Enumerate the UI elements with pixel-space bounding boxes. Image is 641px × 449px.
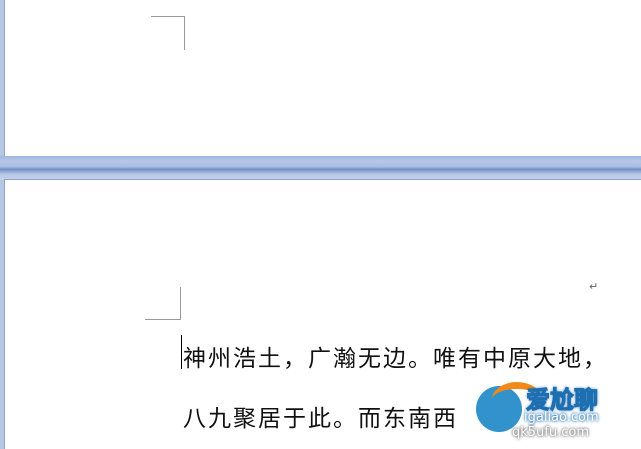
- margin-corner-mark: [151, 16, 185, 50]
- page-separator: [0, 156, 641, 180]
- document-page-previous[interactable]: [5, 0, 641, 156]
- document-text-line[interactable]: 神州浩土，广瀚无边。唯有中原大地，: [183, 339, 608, 373]
- document-text-line[interactable]: 八九聚居于此。而东南西: [183, 399, 458, 433]
- margin-corner-mark: [145, 287, 181, 320]
- document-workspace: ↵ 神州浩土，广瀚无边。唯有中原大地， 八九聚居于此。而东南西 爱尬聊 igal…: [0, 0, 641, 449]
- text-cursor: [181, 335, 182, 369]
- paragraph-mark-icon: ↵: [589, 280, 599, 293]
